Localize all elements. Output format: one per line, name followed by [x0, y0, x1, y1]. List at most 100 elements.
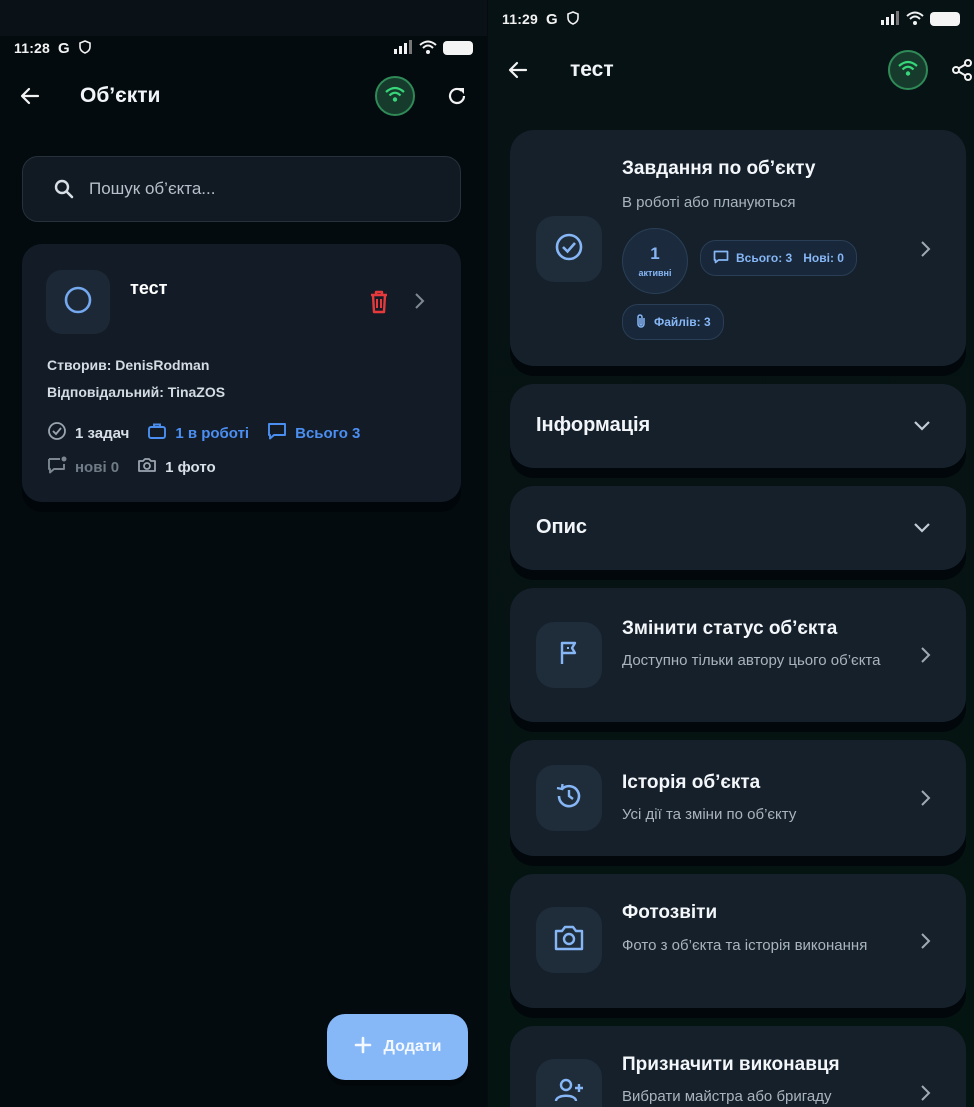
responsible: Відповідальний: TinaZOS [47, 384, 226, 400]
status-g-icon: G [58, 39, 70, 57]
chevron-right-icon[interactable] [412, 292, 426, 315]
add-button[interactable]: Додати [327, 1014, 468, 1080]
plus-icon [354, 1036, 372, 1059]
share-icon[interactable] [950, 58, 974, 82]
wifi-icon [385, 86, 405, 107]
camera-icon [137, 456, 157, 478]
in-work-stat: 1 в роботі [147, 422, 249, 444]
messages-total: Всього: 3 [736, 251, 793, 265]
history-icon [554, 781, 584, 816]
paperclip-icon [635, 313, 647, 332]
add-person-icon [553, 1075, 585, 1107]
tasks-subtitle: В роботі або плануються [622, 194, 796, 211]
photo-icon-box [536, 907, 602, 973]
search-placeholder: Пошук об’єкта... [89, 179, 216, 198]
info-title: Інформація [536, 414, 651, 436]
flag-icon [555, 639, 583, 672]
trash-icon[interactable] [368, 290, 390, 319]
connection-status-button[interactable] [375, 76, 415, 116]
check-circle-icon [47, 421, 67, 445]
signal-icon [393, 39, 413, 57]
total-stat: Всього 3 [267, 422, 360, 444]
object-stats-row-2: нові 0 1 фото [47, 456, 234, 478]
tasks-count: 1 задач [75, 424, 130, 442]
shield-icon [78, 39, 92, 57]
new-count: нові 0 [75, 458, 120, 476]
chevron-right-icon-tasks[interactable] [918, 240, 932, 263]
add-button-label: Додати [383, 1038, 442, 1055]
top-black-strip [0, 0, 487, 36]
history-subtitle: Усі дії та зміни по об’єкту [622, 806, 797, 823]
app-bar: Об’єкти [0, 76, 487, 116]
battery-icon-right [930, 12, 960, 26]
object-detail-screen: 11:29 G тест Завдання по об’єкту В робот… [488, 0, 974, 1107]
change-status-subtitle: Доступно тільки автору цього об’єкта [622, 652, 881, 669]
photos-stat: 1 фото [137, 456, 216, 478]
description-section[interactable]: Опис [510, 486, 966, 570]
signal-icon-right [880, 10, 900, 28]
assign-executor-card[interactable]: Призначити виконавця Вибрати майстра або… [510, 1026, 966, 1107]
wifi-status-icon-right [906, 11, 924, 28]
files-count: Файлів: 3 [654, 315, 711, 329]
chevron-right-icon-assign[interactable] [918, 1084, 932, 1107]
total-count: Всього 3 [295, 424, 361, 442]
wifi-icon-right [898, 60, 918, 81]
tasks-icon-box [536, 216, 602, 282]
photo-reports-card[interactable]: Фотозвіти Фото з об’єкта та історія вико… [510, 874, 966, 1008]
change-status-title: Змінити статус об’єкта [622, 618, 838, 639]
new-message-icon [47, 456, 67, 478]
app-bar-right: тест [488, 50, 974, 90]
assign-executor-title: Призначити виконавця [622, 1054, 840, 1075]
status-bar: 11:28 G [0, 36, 487, 60]
object-avatar [46, 270, 110, 334]
back-arrow-icon[interactable] [18, 84, 42, 108]
photo-reports-subtitle: Фото з об’єкта та історія виконання [622, 937, 868, 954]
object-title: тест [570, 58, 614, 81]
page-title: Об’єкти [80, 84, 161, 107]
chevron-down-icon-description[interactable] [912, 520, 932, 539]
connection-status-button-right[interactable] [888, 50, 928, 90]
photos-count: 1 фото [165, 458, 216, 476]
chevron-right-icon-status[interactable] [918, 646, 932, 669]
back-arrow-icon-right[interactable] [506, 58, 530, 82]
search-input[interactable]: Пошук об’єкта... [22, 156, 461, 222]
status-bar-right: 11:29 G [488, 7, 974, 31]
status-time: 11:28 [14, 40, 51, 56]
refresh-icon[interactable] [445, 84, 469, 108]
info-section[interactable]: Інформація [510, 384, 966, 468]
check-circle-icon-large [553, 231, 585, 268]
circle-icon [62, 284, 94, 321]
camera-icon-large [553, 924, 585, 957]
active-label: активні [638, 268, 672, 278]
search-icon [53, 178, 75, 200]
chat-icon [267, 422, 287, 444]
wifi-status-icon [419, 40, 437, 57]
active-count: 1 [650, 244, 660, 263]
in-work-count: 1 в роботі [175, 424, 250, 442]
shield-icon-right [566, 10, 580, 28]
status-icon-box [536, 622, 602, 688]
object-name: тест [130, 278, 168, 298]
status-time-right: 11:29 [502, 11, 539, 27]
objects-list-screen: 11:28 G Об’єкти Пошук об’єкта... тест Ст… [0, 36, 487, 1107]
battery-icon [443, 41, 473, 55]
chevron-right-icon-history[interactable] [918, 789, 932, 812]
created-by: Створив: DenisRodman [47, 357, 210, 373]
history-title: Історія об’єкта [622, 772, 761, 793]
object-card[interactable]: тест Створив: DenisRodman Відповідальний… [22, 244, 461, 502]
briefcase-icon [147, 422, 167, 444]
tasks-stat: 1 задач [47, 421, 129, 445]
history-icon-box [536, 765, 602, 831]
active-tasks-badge: 1 активні [622, 228, 688, 294]
tasks-title: Завдання по об’єкту [622, 158, 816, 179]
change-status-card[interactable]: Змінити статус об’єкта Доступно тільки а… [510, 588, 966, 722]
description-title: Опис [536, 516, 588, 538]
history-card[interactable]: Історія об’єкта Усі дії та зміни по об’є… [510, 740, 966, 856]
photo-reports-title: Фотозвіти [622, 902, 718, 923]
status-g-icon-right: G [546, 10, 558, 28]
chevron-right-icon-photos[interactable] [918, 932, 932, 955]
files-pill[interactable]: Файлів: 3 [622, 304, 724, 340]
tasks-card[interactable]: Завдання по об’єкту В роботі або плануют… [510, 130, 966, 366]
messages-pill[interactable]: Всього: 3 Нові: 0 [700, 240, 857, 276]
chevron-down-icon-info[interactable] [912, 418, 932, 437]
